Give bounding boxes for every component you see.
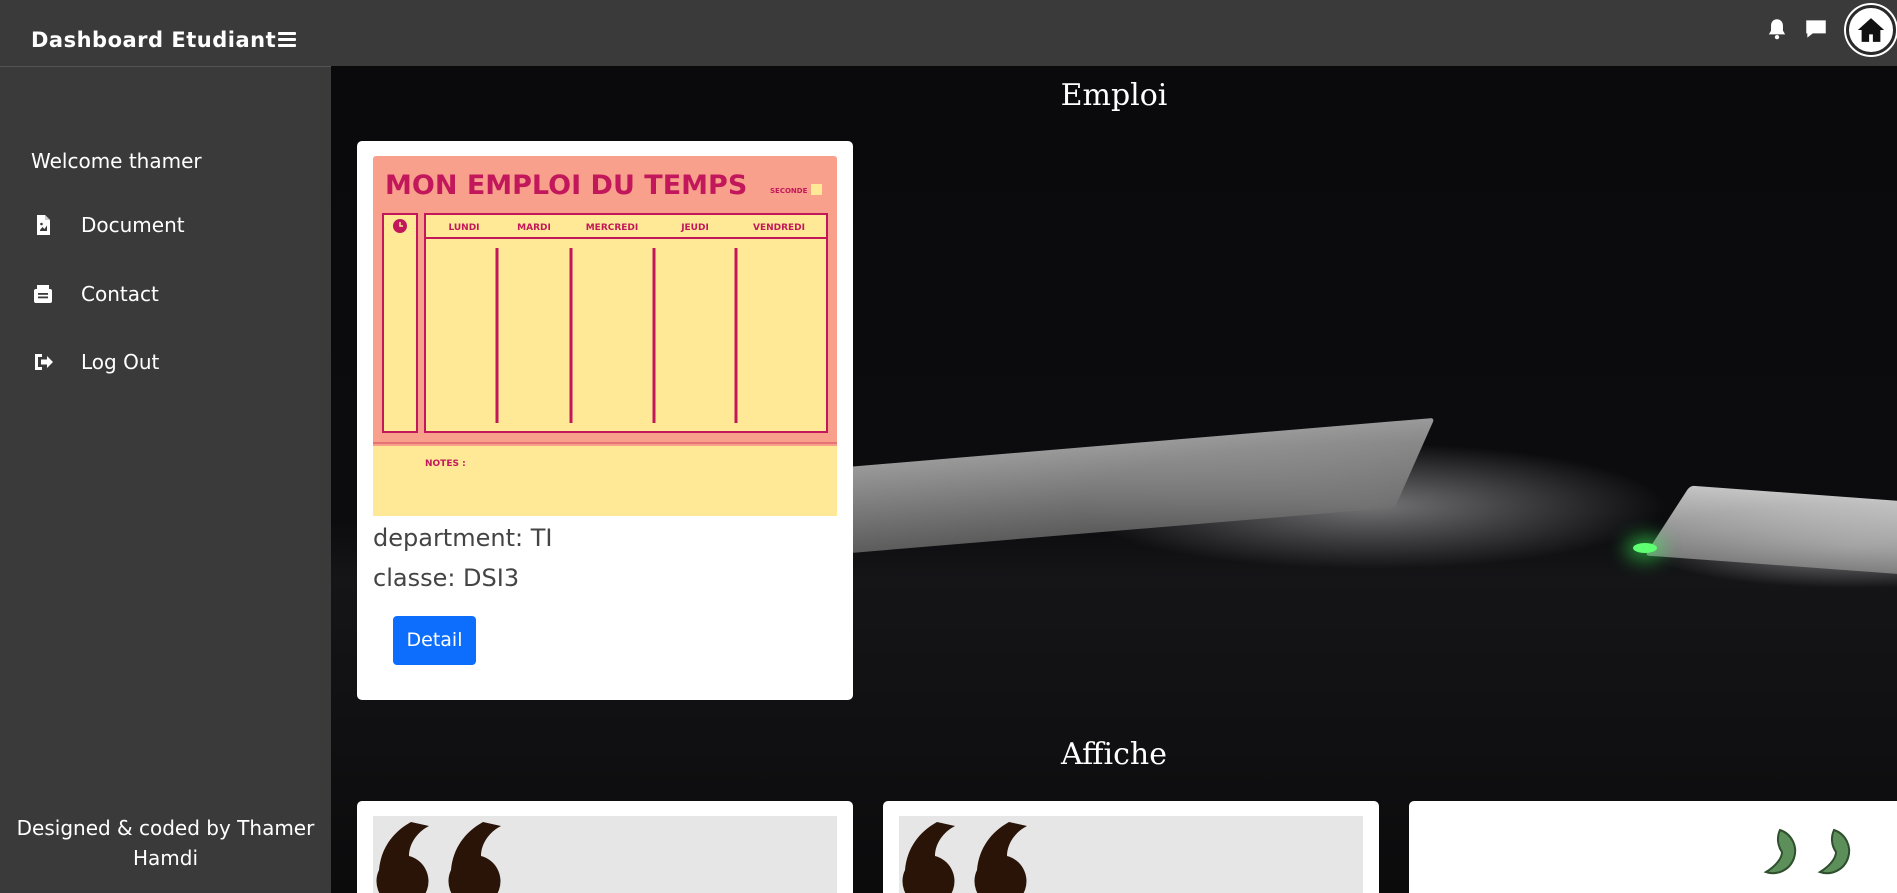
sidebar-item-label: Log Out xyxy=(81,350,160,374)
contact-icon xyxy=(34,285,52,303)
affiche-card xyxy=(357,801,853,893)
classe-text: classe: DSI3 xyxy=(373,564,520,592)
emploi-card: MON EMPLOI DU TEMPS SECONDE LUNDI MARDI … xyxy=(357,141,853,700)
background-laptop xyxy=(1644,485,1897,577)
affiche-card xyxy=(1409,801,1897,893)
brand-title: Dashboard Etudiant xyxy=(31,28,277,52)
sidebar-item-document[interactable]: Document xyxy=(31,207,321,247)
schedule-day: VENDREDI xyxy=(753,223,805,233)
sidebar-item-contact[interactable]: Contact xyxy=(31,276,321,316)
home-button[interactable] xyxy=(1846,5,1896,55)
schedule-notes: NOTES : xyxy=(425,459,466,469)
affiche-image xyxy=(373,816,837,893)
schedule-day: JEUDI xyxy=(680,223,709,233)
chat-icon[interactable] xyxy=(1803,16,1829,42)
section-title-affiche: Affiche xyxy=(1061,737,1167,772)
detail-button[interactable]: Detail xyxy=(393,616,476,665)
quote-icon xyxy=(902,822,1027,893)
home-icon xyxy=(1857,18,1885,42)
schedule-image: MON EMPLOI DU TEMPS SECONDE LUNDI MARDI … xyxy=(373,156,837,516)
welcome-text: Welcome thamer xyxy=(31,149,202,173)
section-title-emploi: Emploi xyxy=(1060,78,1168,113)
background-light xyxy=(1633,543,1657,553)
quote-icon xyxy=(376,822,501,893)
sidebar-item-label: Contact xyxy=(81,282,159,306)
schedule-title: MON EMPLOI DU TEMPS xyxy=(385,170,747,201)
schedule-tag: SECONDE xyxy=(770,187,808,195)
top-bar: Dashboard Etudiant xyxy=(0,0,1897,66)
quote-icon xyxy=(1763,828,1851,875)
document-icon xyxy=(37,215,50,235)
affiche-card xyxy=(883,801,1379,893)
menu-icon[interactable] xyxy=(278,32,296,48)
affiche-image xyxy=(899,816,1363,893)
department-text: department: TI xyxy=(373,524,553,552)
footer-credit: Designed & coded by Thamer Hamdi xyxy=(16,816,315,870)
schedule-day: MARDI xyxy=(517,223,551,233)
schedule-day: MERCREDI xyxy=(586,223,639,233)
schedule-day: LUNDI xyxy=(448,223,479,233)
logout-icon xyxy=(35,354,53,370)
sidebar: Welcome thamer Document Contact Log Out … xyxy=(0,66,331,893)
sidebar-item-logout[interactable]: Log Out xyxy=(31,344,321,384)
bell-icon[interactable] xyxy=(1764,16,1790,42)
main-content: Emploi MON EMPLOI DU TEMPS SECONDE LUNDI… xyxy=(331,66,1897,893)
sidebar-item-label: Document xyxy=(81,213,185,237)
